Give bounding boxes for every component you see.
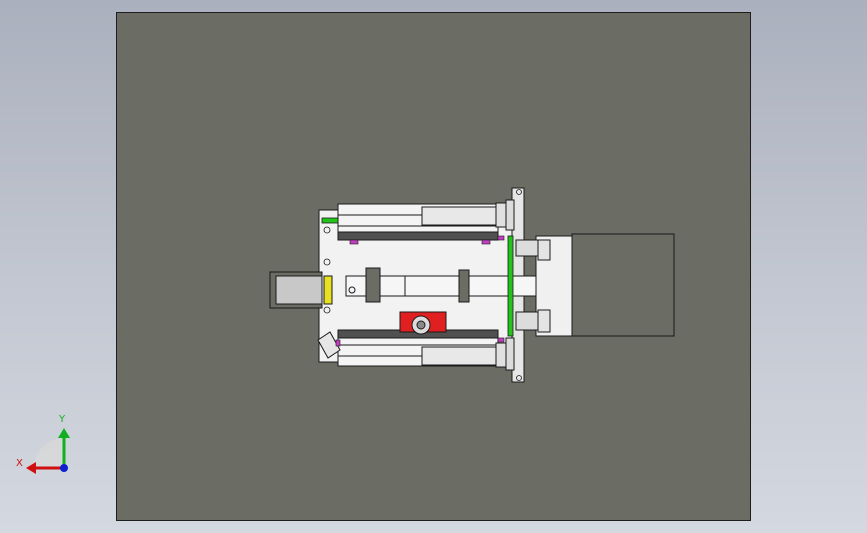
shaft-collar-right (458, 269, 470, 303)
triad-y-label: Y (59, 414, 66, 425)
z-axis-dot (60, 464, 68, 472)
top-slider-block (421, 206, 497, 226)
coordinate-triad (26, 428, 70, 474)
triad-plane-icon (34, 438, 64, 468)
fastener (497, 235, 505, 241)
motor-body (571, 233, 675, 337)
cad-graphics-area[interactable]: X Y (0, 0, 867, 533)
assembly-drawing (26, 187, 675, 474)
green-strip-right (507, 235, 514, 337)
green-strip-top (321, 217, 339, 224)
fastener (335, 339, 341, 347)
bottom-slider-block (421, 346, 497, 366)
fastener (349, 239, 359, 245)
triad-x-label: X (16, 458, 23, 469)
fastener (497, 337, 505, 343)
shaft-collar-left (365, 267, 381, 303)
fastener (481, 239, 491, 245)
